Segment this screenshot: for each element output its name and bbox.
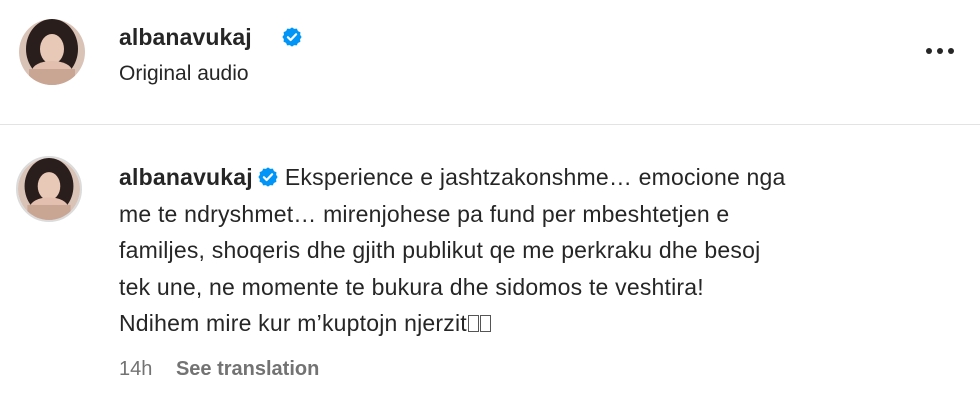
- dot: [948, 48, 954, 54]
- profile-photo: [19, 19, 85, 85]
- post-timestamp[interactable]: 14h: [119, 358, 152, 380]
- author-username[interactable]: albanavukaj: [119, 24, 252, 51]
- caption-line: tek une, ne momente te bukura dhe sidomo…: [119, 273, 704, 300]
- post-caption: albanavukaj Eksperience e jashtzakonshme……: [119, 159, 919, 342]
- caption-line: familjes, shoqeris dhe gjith publikut qe…: [119, 237, 761, 263]
- verified-badge-icon: [282, 27, 302, 47]
- missing-emoji-icon: [467, 315, 479, 332]
- more-options-icon[interactable]: [918, 36, 962, 66]
- caption-username[interactable]: albanavukaj: [119, 164, 253, 190]
- dot: [937, 48, 943, 54]
- missing-emoji-icon: [479, 315, 491, 332]
- caption-line: albanavukaj Eksperience e jashtzakonshme……: [119, 159, 919, 196]
- author-avatar[interactable]: [19, 19, 85, 85]
- audio-label[interactable]: Original audio: [119, 62, 249, 86]
- profile-photo: [18, 158, 80, 220]
- caption-text: Eksperience e jashtzakonshme… emocione n…: [284, 164, 786, 190]
- caption-author-avatar[interactable]: [16, 156, 82, 222]
- post-header: albanavukaj Original audio: [0, 0, 980, 124]
- caption-line: Ndihem mire kur m’kuptojn njerzit: [119, 305, 919, 342]
- see-translation-button[interactable]: See translation: [176, 358, 319, 380]
- divider: [0, 124, 980, 125]
- caption-line: me te ndryshmet… mirenjohese pa fund per…: [119, 200, 730, 227]
- verified-badge-icon: [258, 167, 278, 187]
- dot: [926, 48, 932, 54]
- caption-meta: 14h See translation: [119, 358, 319, 381]
- caption-text: Ndihem mire kur m’kuptojn njerzit: [119, 310, 467, 336]
